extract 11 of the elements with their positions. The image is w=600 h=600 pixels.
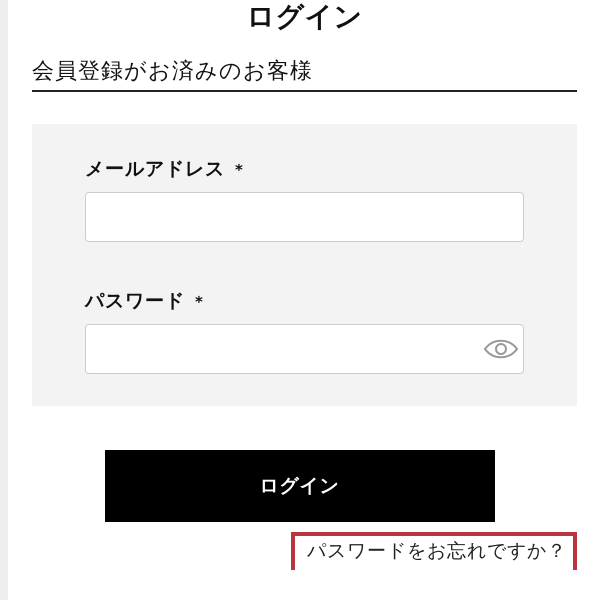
required-mark: * <box>235 161 243 179</box>
section-heading: 会員登録がお済みのお客様 <box>32 56 577 92</box>
forgot-password-link[interactable]: パスワードをお忘れですか？ <box>291 532 577 570</box>
required-mark: * <box>195 293 203 311</box>
page-title: ログイン <box>246 0 362 34</box>
input-field[interactable] <box>85 324 524 374</box>
eye-icon[interactable] <box>483 337 519 361</box>
field-label: メールアドレス <box>85 157 225 182</box>
field-label: パスワード <box>85 289 185 314</box>
input-field[interactable] <box>85 192 524 242</box>
login-button[interactable]: ログイン <box>104 450 494 522</box>
